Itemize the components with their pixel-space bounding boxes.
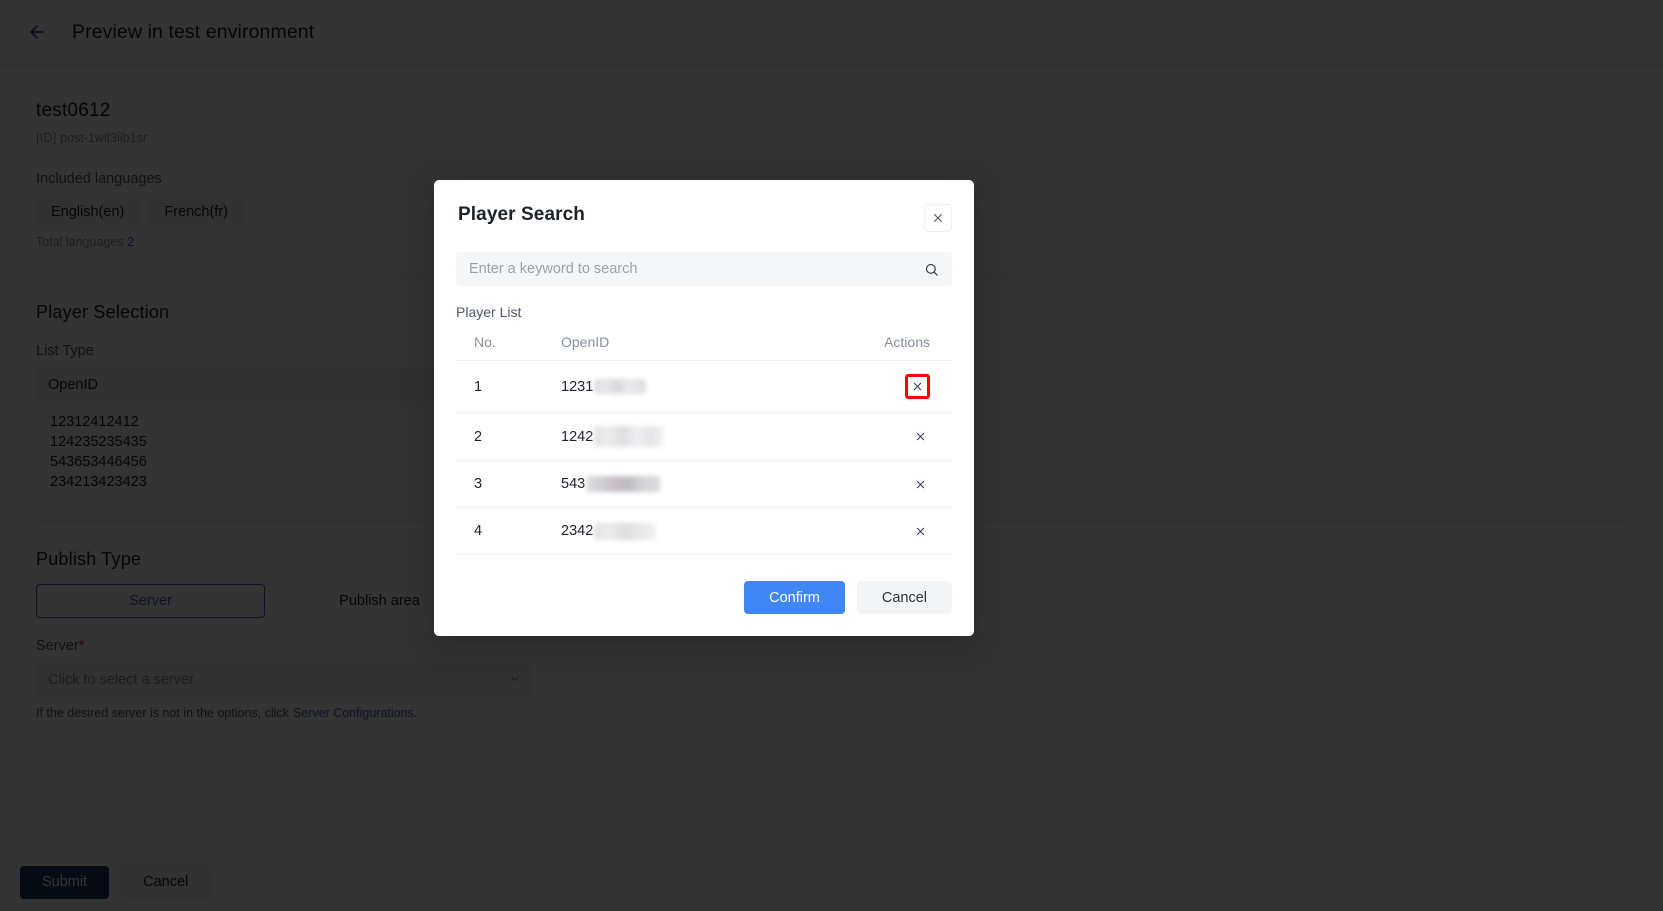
search-icon[interactable]	[924, 262, 939, 277]
cell-no: 2	[456, 412, 561, 461]
table-row: 1 1231	[456, 360, 952, 413]
column-header-actions: Actions	[884, 334, 930, 350]
cell-actions	[856, 460, 952, 508]
cell-no: 3	[456, 460, 561, 508]
openid-redaction	[594, 522, 657, 540]
table-header-row: No. OpenID Actions	[456, 326, 952, 361]
dialog-header: Player Search	[456, 204, 952, 232]
app-root: Preview in test environment test0612 [ID…	[0, 0, 1663, 911]
cell-no: 1	[456, 360, 561, 413]
confirm-button[interactable]: Confirm	[744, 581, 845, 614]
column-header-no: No.	[474, 334, 496, 350]
openid-visible-part: 543	[561, 476, 586, 492]
openid-redaction	[594, 426, 665, 447]
cell-openid: 2342	[561, 507, 856, 555]
table-row: 3 543	[456, 460, 952, 508]
dialog-footer: Confirm Cancel	[456, 581, 952, 614]
search-field[interactable]	[456, 252, 952, 286]
cell-openid: 1231	[561, 360, 856, 413]
player-table: No. OpenID Actions 1 1231 2 1242 3 543 4…	[456, 326, 952, 555]
close-icon[interactable]	[924, 204, 952, 232]
cell-openid: 1242	[561, 412, 856, 461]
dialog-cancel-button[interactable]: Cancel	[856, 581, 952, 614]
openid-redaction	[586, 476, 661, 492]
table-row: 4 2342	[456, 507, 952, 555]
remove-player-button[interactable]	[910, 521, 930, 541]
cell-no: 4	[456, 507, 561, 555]
player-search-dialog: Player Search Player List No. OpenID Act…	[434, 180, 974, 636]
cell-openid: 543	[561, 460, 856, 508]
player-list-label: Player List	[456, 304, 522, 320]
search-input[interactable]	[469, 261, 924, 277]
remove-player-button[interactable]	[910, 427, 930, 447]
openid-visible-part: 2342	[561, 523, 594, 539]
column-header-openid: OpenID	[561, 334, 610, 350]
dialog-title: Player Search	[458, 204, 585, 225]
remove-player-button[interactable]	[905, 374, 930, 399]
cell-actions	[856, 412, 952, 461]
openid-visible-part: 1242	[561, 428, 594, 445]
remove-player-button[interactable]	[910, 474, 930, 494]
openid-redaction	[594, 379, 647, 394]
table-row: 2 1242	[456, 412, 952, 461]
cell-actions	[856, 360, 952, 413]
cell-actions	[856, 507, 952, 555]
openid-visible-part: 1231	[561, 378, 594, 395]
